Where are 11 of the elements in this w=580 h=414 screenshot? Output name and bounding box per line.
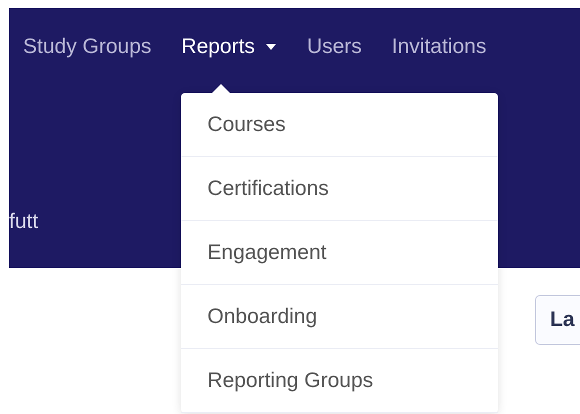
nav-tab[interactable]: Reports (181, 34, 277, 60)
header-text: futt (9, 210, 40, 234)
action-button[interactable]: La (535, 295, 580, 345)
menu-item[interactable]: Reporting Groups (181, 349, 498, 413)
menu-item[interactable]: Onboarding (181, 285, 498, 349)
nav-tab[interactable]: Study Groups (23, 34, 152, 60)
menu-item[interactable]: Engagement (181, 221, 498, 285)
menu-item[interactable]: Certifications (181, 157, 498, 221)
menu-item[interactable]: Courses (181, 93, 498, 157)
nav-tab[interactable]: Users (306, 34, 362, 60)
nav-tab[interactable]: Invitations (392, 34, 486, 60)
